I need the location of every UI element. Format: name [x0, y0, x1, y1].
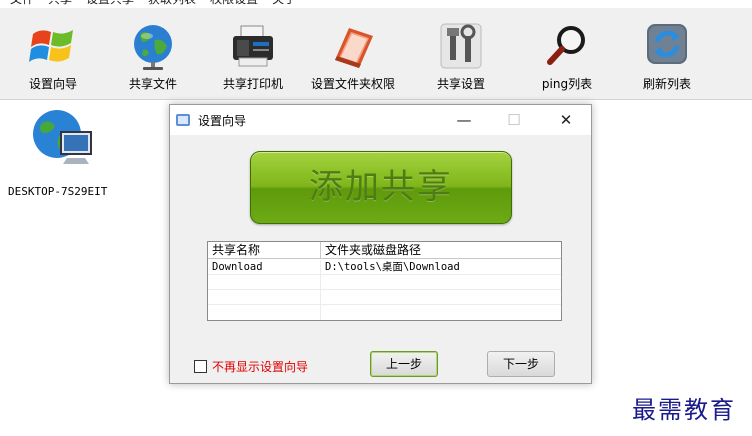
table-row-empty [208, 305, 561, 320]
magnifier-icon [547, 26, 585, 65]
menu-permissions[interactable]: 权限设置 [210, 0, 258, 8]
toolbar-setup-wizard-label: 设置向导 [28, 77, 77, 91]
watermark-text: 最需教育 [632, 396, 736, 424]
menu-about[interactable]: 关于 [272, 0, 296, 8]
column-header-share-name[interactable]: 共享名称 [208, 242, 321, 259]
table-row-empty [208, 290, 561, 305]
network-computer-icon [33, 110, 92, 164]
toolbar-folder-permission-label: 设置文件夹权限 [310, 77, 395, 91]
menu-file[interactable]: 文件 [10, 0, 34, 8]
toolbar-refresh-list-button[interactable]: 刷新列表 [622, 8, 712, 100]
add-share-label: 添加共享 [309, 167, 453, 207]
toolbar: 设置向导 共享文件 共享打印机 设置文件夹权限 共享设置 ping列表 刷新列表 [0, 8, 752, 100]
dialog-title: 设置向导 [198, 114, 247, 128]
network-host-item[interactable]: DESKTOP-7S29EIT [8, 106, 118, 198]
toolbar-share-settings-button[interactable]: 共享设置 [416, 8, 506, 100]
printer-icon [233, 25, 273, 67]
menu-set-share[interactable]: 设置共享 [86, 0, 134, 8]
menu-get-list[interactable]: 获取列表 [148, 0, 196, 8]
table-row-empty [208, 275, 561, 290]
toolbar-refresh-list-label: 刷新列表 [642, 77, 691, 91]
toolbar-folder-permission-button[interactable]: 设置文件夹权限 [308, 8, 398, 100]
toolbar-share-files-button[interactable]: 共享文件 [108, 8, 198, 100]
tools-icon [440, 23, 482, 69]
minimize-button[interactable]: — [441, 105, 487, 135]
app-icon [176, 114, 190, 126]
toolbar-ping-list-label: ping列表 [541, 77, 593, 91]
dialog-titlebar[interactable]: 设置向导 — ☐ ✕ [170, 105, 591, 135]
folder-permission-icon [335, 28, 373, 68]
cell-share-name: Download [208, 260, 321, 275]
next-step-button[interactable]: 下一步 [487, 351, 555, 377]
share-table[interactable]: 共享名称 文件夹或磁盘路径 Download D:\tools\桌面\Downl… [207, 241, 562, 321]
toolbar-share-printer-button[interactable]: 共享打印机 [208, 8, 298, 100]
host-name-label: DESKTOP-7S29EIT [8, 185, 108, 198]
refresh-icon [647, 24, 687, 64]
windows-logo-icon [29, 30, 73, 62]
menubar: 文件 共享 设置共享 获取列表 权限设置 关于 [0, 0, 752, 8]
dont-show-wizard-label: 不再显示设置向导 [212, 360, 309, 374]
globe-icon [134, 25, 172, 70]
table-header: 共享名称 文件夹或磁盘路径 [208, 242, 561, 259]
previous-step-button[interactable]: 上一步 [370, 351, 438, 377]
toolbar-share-printer-label: 共享打印机 [222, 77, 283, 91]
table-row[interactable]: Download D:\tools\桌面\Download [208, 260, 561, 275]
column-header-folder-path[interactable]: 文件夹或磁盘路径 [321, 242, 561, 259]
dont-show-wizard-option[interactable]: 不再显示设置向导 [194, 358, 308, 375]
toolbar-share-settings-label: 共享设置 [436, 77, 485, 91]
toolbar-setup-wizard-button[interactable]: 设置向导 [8, 8, 98, 100]
toolbar-share-files-label: 共享文件 [128, 77, 177, 91]
maximize-button[interactable]: ☐ [491, 105, 537, 135]
close-button[interactable]: ✕ [543, 105, 589, 135]
toolbar-ping-list-button[interactable]: ping列表 [522, 8, 612, 100]
dont-show-wizard-checkbox[interactable] [194, 360, 207, 373]
setup-wizard-dialog: 设置向导 — ☐ ✕ 添加共享 共享名称 文件夹或磁盘路径 Download D… [169, 104, 592, 384]
add-share-button[interactable]: 添加共享 [250, 151, 512, 224]
menu-share[interactable]: 共享 [48, 0, 72, 8]
cell-folder-path: D:\tools\桌面\Download [325, 261, 460, 273]
